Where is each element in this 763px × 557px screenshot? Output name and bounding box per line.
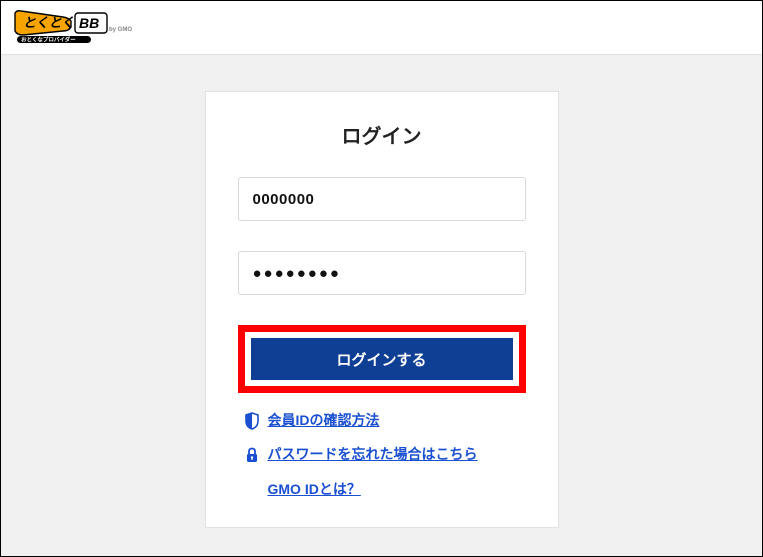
- logo: とくとく BB おとくなプロバイダー by GMO: [13, 7, 133, 48]
- confirm-id-link[interactable]: 会員IDの確認方法: [268, 411, 380, 429]
- svg-text:BB: BB: [79, 15, 99, 31]
- svg-text:とくとく: とくとく: [23, 15, 74, 30]
- login-title: ログイン: [238, 120, 526, 149]
- shield-icon: [244, 412, 260, 435]
- help-links: 会員IDの確認方法 パスワードを忘れた場合はこちら GMO IDとは？: [238, 411, 526, 499]
- member-id-input[interactable]: [238, 177, 526, 221]
- password-input[interactable]: ●●●●●●●●: [238, 251, 526, 295]
- lock-icon: [244, 446, 260, 469]
- login-button-highlight: ログインする: [238, 325, 526, 393]
- login-card: ログイン ●●●●●●●● ログインする 会員IDの確認方法: [205, 91, 559, 528]
- gmo-id-link[interactable]: GMO IDとは？: [268, 481, 361, 497]
- svg-text:おとくなプロバイダー: おとくなプロバイダー: [21, 36, 76, 44]
- header-bar: とくとく BB おとくなプロバイダー by GMO: [1, 1, 762, 55]
- svg-text:by GMO: by GMO: [109, 27, 132, 33]
- forgot-password-link[interactable]: パスワードを忘れた場合はこちら: [268, 445, 478, 463]
- login-button[interactable]: ログインする: [251, 338, 513, 380]
